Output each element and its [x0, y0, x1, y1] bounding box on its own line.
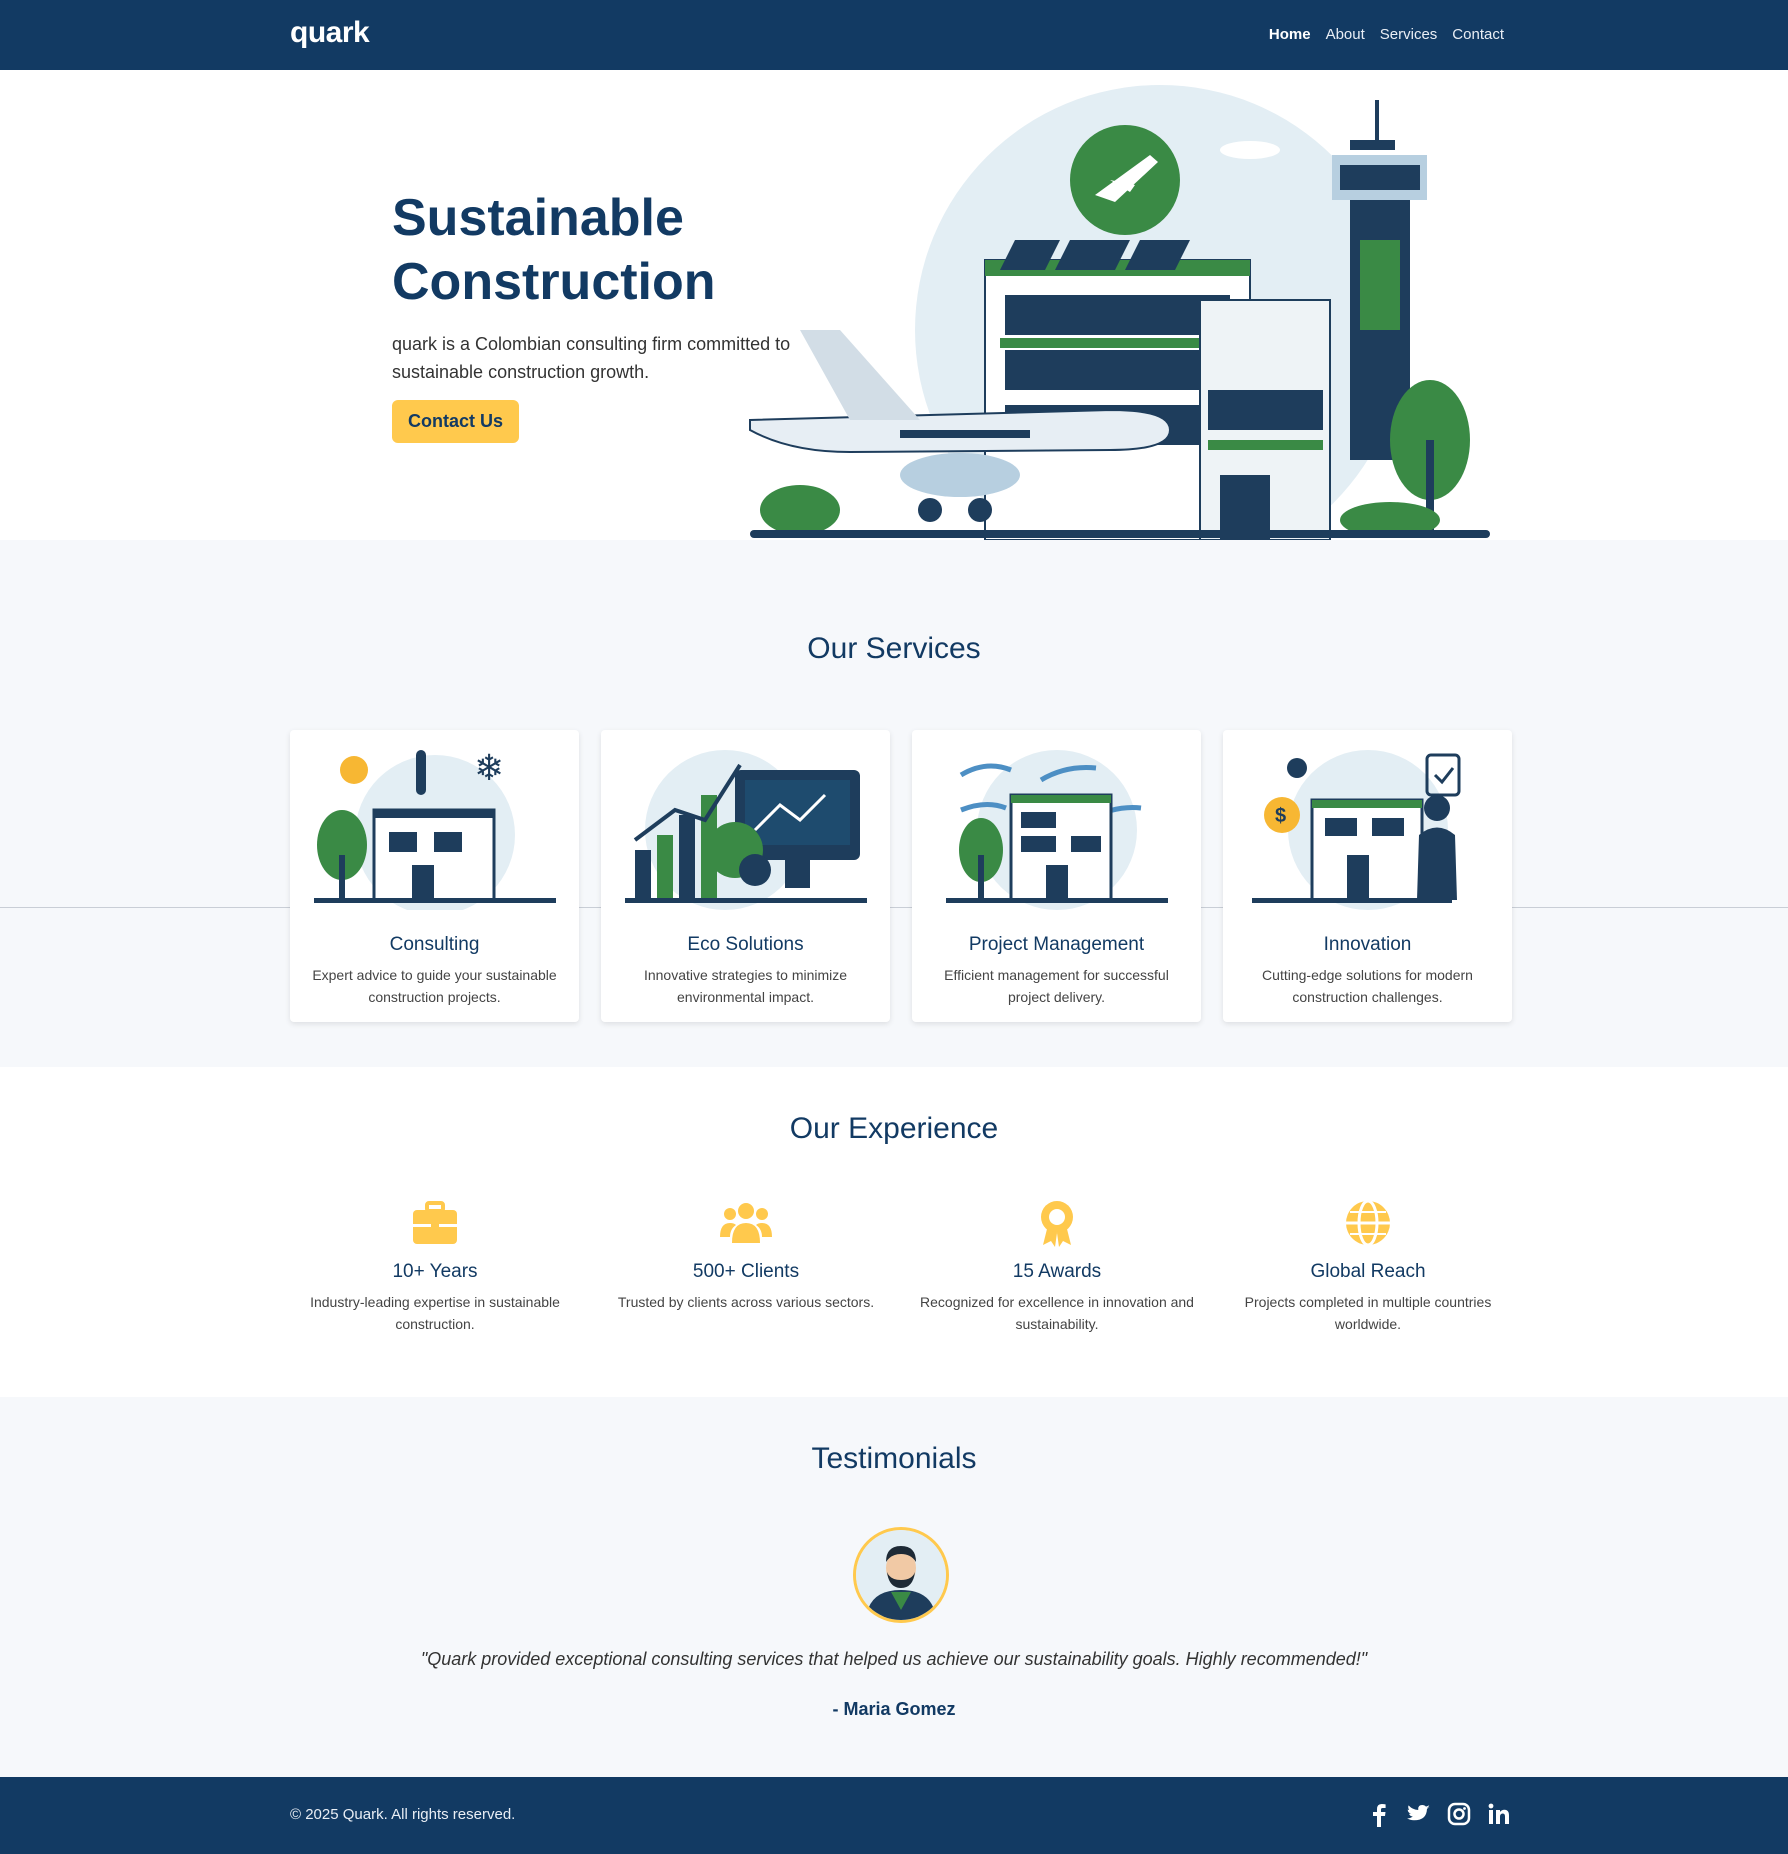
nav-link-about[interactable]: About: [1326, 26, 1365, 43]
experience-item-description: Industry-leading expertise in sustainabl…: [310, 1294, 560, 1332]
eco-solutions-illustration: [625, 750, 867, 910]
services-title: Our Services: [807, 632, 981, 665]
service-card-innovation[interactable]: $ Innovation Cutting-edge solutions for …: [1223, 730, 1512, 1022]
card-description: Expert advice to guide your sustainable …: [312, 967, 557, 1005]
service-card-eco-solutions[interactable]: Eco Solutions Innovative strategies to m…: [601, 730, 890, 1022]
testimonial-quote: "Quark provided exceptional consulting s…: [420, 1649, 1368, 1669]
nav-links: Home About Services Contact: [1269, 26, 1504, 43]
briefcase-icon: [413, 1201, 457, 1244]
hero-section: Sustainable Construction quark is a Colo…: [0, 70, 1788, 540]
person-avatar-icon: [856, 1530, 946, 1620]
brand-logo[interactable]: quark: [290, 16, 370, 50]
testimonial-author: - Maria Gomez: [832, 1699, 956, 1719]
experience-item-global-reach: Global Reach Projects completed in multi…: [1223, 1197, 1513, 1335]
instagram-icon[interactable]: [1446, 1801, 1472, 1827]
avatar: [853, 1527, 949, 1623]
card-description: Innovative strategies to minimize enviro…: [643, 967, 848, 1005]
experience-section: Our Experience 10+ Years Industry-leadin…: [0, 1067, 1788, 1397]
experience-item-title: 10+ Years: [392, 1261, 478, 1282]
experience-item-clients: 500+ Clients Trusted by clients across v…: [601, 1197, 891, 1313]
award-icon: [1041, 1201, 1073, 1247]
service-card-project-management[interactable]: Project Management Efficient management …: [912, 730, 1201, 1022]
card-title: Innovation: [1323, 934, 1412, 955]
navbar: quark Home About Services Contact: [0, 0, 1788, 70]
globe-icon: [1346, 1199, 1390, 1247]
svg-text:❄: ❄: [474, 747, 504, 788]
nav-link-home[interactable]: Home: [1269, 26, 1311, 43]
experience-item-title: Global Reach: [1310, 1261, 1426, 1282]
nav-link-services[interactable]: Services: [1380, 26, 1438, 43]
linkedin-icon[interactable]: [1486, 1801, 1512, 1827]
users-icon: [720, 1203, 772, 1243]
consulting-illustration: ❄: [314, 747, 556, 910]
experience-item-description: Projects completed in multiple countries…: [1244, 1294, 1492, 1332]
service-card-consulting[interactable]: ❄ Consulting Expert advice to guide your…: [290, 730, 579, 1022]
services-section: Our Services ❄ Consulting Expert advice …: [0, 540, 1788, 1067]
copyright-text: © 2025 Quark. All rights reserved.: [290, 1806, 516, 1823]
innovation-illustration: $: [1252, 750, 1461, 910]
divider-line: [0, 907, 1788, 908]
testimonials-section: Testimonials "Quark provided exceptional…: [0, 1397, 1788, 1777]
footer: © 2025 Quark. All rights reserved.: [0, 1777, 1788, 1854]
social-links: [1366, 1801, 1512, 1827]
contact-us-button[interactable]: Contact Us: [392, 400, 520, 443]
nav-link-contact[interactable]: Contact: [1452, 26, 1504, 43]
svg-text:$: $: [1275, 805, 1286, 827]
card-description: Efficient management for successful proj…: [944, 967, 1169, 1005]
testimonials-title: Testimonials: [811, 1442, 977, 1475]
project-management-illustration: [946, 750, 1168, 910]
hero-illustration: [749, 85, 1490, 540]
experience-item-description: Trusted by clients across various sector…: [617, 1294, 875, 1310]
experience-item-title: 15 Awards: [1012, 1261, 1102, 1282]
card-title: Eco Solutions: [687, 934, 804, 955]
card-description: Cutting-edge solutions for modern constr…: [1262, 967, 1473, 1005]
experience-item-years: 10+ Years Industry-leading expertise in …: [290, 1197, 580, 1335]
twitter-icon[interactable]: [1406, 1801, 1432, 1827]
experience-item-title: 500+ Clients: [692, 1261, 800, 1282]
facebook-icon[interactable]: [1366, 1801, 1392, 1827]
card-title: Consulting: [389, 934, 480, 955]
experience-title: Our Experience: [789, 1112, 999, 1145]
card-title: Project Management: [968, 934, 1145, 955]
experience-item-awards: 15 Awards Recognized for excellence in i…: [912, 1197, 1202, 1335]
experience-item-description: Recognized for excellence in innovation …: [920, 1294, 1194, 1332]
